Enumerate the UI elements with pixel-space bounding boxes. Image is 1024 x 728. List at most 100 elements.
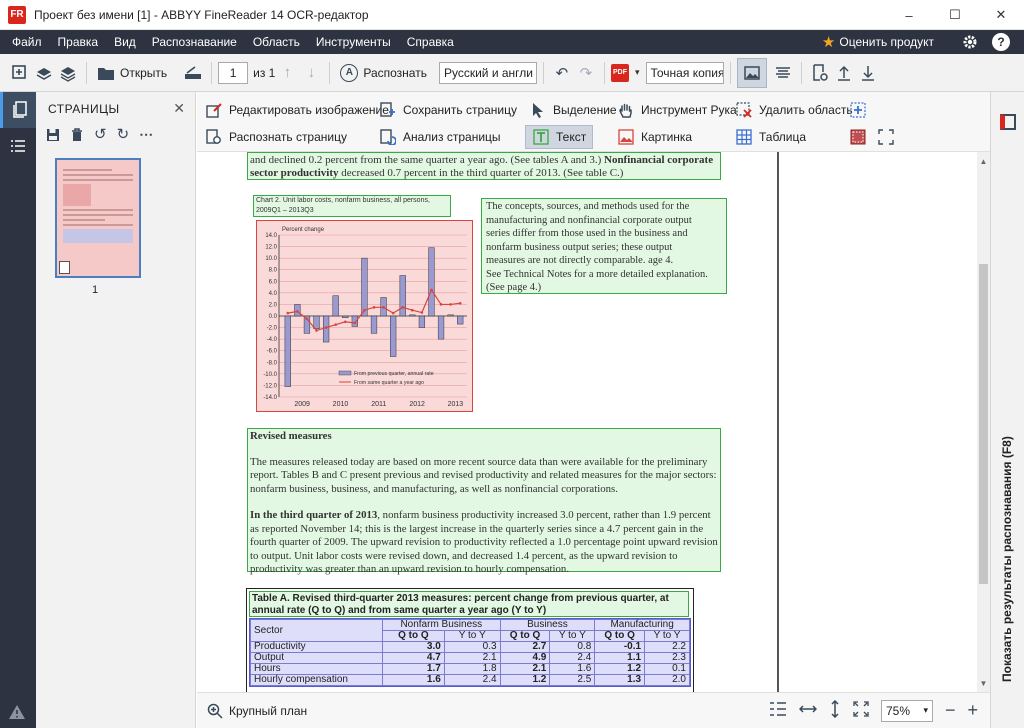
document-view[interactable]: and declined 0.2 percent from the same q… [197,152,977,692]
menu-tools[interactable]: Инструменты [308,35,399,49]
table-cell: 2.5 [549,674,596,686]
warning-icon[interactable] [8,704,28,722]
text-block-revised[interactable]: Revised measures The measures released t… [247,428,721,575]
language-value: Русский и англи [443,65,533,80]
folder-icon [98,67,114,80]
scanner-icon[interactable] [181,61,205,85]
select-area-button[interactable] [877,125,895,149]
table-row-label: Hours [250,663,383,675]
menu-file[interactable]: Файл [4,35,50,49]
table-cell: 0.8 [549,641,596,653]
analyze-page-button[interactable]: Анализ страницы [379,125,501,149]
text-block-note[interactable]: The concepts, sources, and methods used … [481,198,727,294]
output-mode-select[interactable]: Точная копия [645,61,724,84]
table-cell: 1.2 [499,674,551,686]
minimize-button[interactable]: – [886,0,932,30]
show-recognition-results-label[interactable]: Показать результаты распознавания (F8) [1000,282,1014,682]
fit-page-icon[interactable] [853,701,869,720]
verify-icon[interactable] [808,61,832,85]
chart-caption-line2: 2009Q1 – 2013Q3 [256,207,314,214]
upload-icon[interactable] [832,61,856,85]
text-area-button[interactable]: Текст [525,125,594,149]
magnifier-plus-icon [207,703,223,719]
fit-width-icon[interactable] [798,703,818,718]
rotate-right-icon[interactable]: ↻ [117,127,130,145]
recognition-results-icon[interactable] [1000,114,1016,130]
analyze-page-label: Анализ страницы [403,130,501,144]
scroll-up-arrow-icon[interactable]: ▲ [977,154,990,168]
menu-edit[interactable]: Правка [50,35,107,49]
layers-icon[interactable] [56,61,80,85]
open-button[interactable]: Открыть [93,65,171,81]
pdf-export-icon[interactable]: PDF [610,63,629,82]
text-view-icon[interactable] [771,61,795,85]
area-action-bar: Редактировать изображение Распознать стр… [197,92,990,152]
chart-bar [390,315,397,357]
chart-y-tick-label: 4.0 [269,291,278,297]
table-a-title[interactable]: Table A. Revised third-quarter 2013 meas… [249,591,689,617]
zoom-out-button[interactable]: − [945,700,956,721]
vertical-scrollbar[interactable]: ▲ ▼ [977,152,990,692]
list-view-icon[interactable] [0,128,36,164]
chart-x-tick-label: 2011 [371,401,386,408]
image-icon [743,65,760,80]
hand-tool-label: Инструмент Рука [641,103,737,117]
zoom-in-button[interactable]: + [967,700,978,721]
language-select[interactable]: Русский и англи▾ [438,61,537,84]
table-cell: 4.7 [382,652,445,664]
undo-icon[interactable]: ↶ [550,61,574,85]
chart-bar [437,315,445,340]
download-icon[interactable] [856,61,880,85]
scrollbar-thumb[interactable] [979,264,988,584]
menu-help[interactable]: Справка [399,35,462,49]
redo-icon[interactable]: ↷ [574,61,598,85]
text-block-top[interactable]: and declined 0.2 percent from the same q… [247,152,721,180]
close-window-button[interactable]: ✕ [978,0,1024,30]
recognize-button[interactable]: A Распознать [336,63,431,82]
export-dropdown-icon[interactable]: ▾ [635,67,640,78]
new-task-icon[interactable] [8,61,32,85]
table-cell: 2.1 [443,652,501,664]
save-page-icon[interactable] [46,128,60,145]
delete-area-button[interactable]: Удалить область [735,98,853,122]
image-view-toggle[interactable] [736,57,767,88]
maximize-button[interactable]: ☐ [932,0,978,30]
save-page-button[interactable]: Сохранить страницу [379,98,517,122]
table-block-a[interactable]: Sector Nonfarm Business Business Manufac… [249,618,691,687]
recognize-page-button[interactable]: Распознать страницу [205,125,347,149]
add-area-button[interactable] [849,98,867,122]
scroll-down-arrow-icon[interactable]: ▼ [977,676,990,690]
page-thumbnail[interactable] [55,158,141,278]
fit-height-icon[interactable] [829,699,841,721]
layout-toggle-icon[interactable] [769,701,787,720]
menu-recognition[interactable]: Распознавание [144,35,245,49]
right-collapsed-panel[interactable]: Показать результаты распознавания (F8) [990,92,1024,728]
trash-icon[interactable] [70,128,84,145]
table-area-button[interactable]: Таблица [735,125,806,149]
pages-panel-icon[interactable] [0,92,36,128]
page-number-input[interactable]: 1 [218,61,249,84]
table-cell: 2.3 [644,652,690,664]
selection-tool-button[interactable]: Выделение [529,98,617,122]
help-icon[interactable]: ? [992,33,1010,51]
zoom-select[interactable]: 75% ▾ [880,699,933,722]
settings-gear-icon[interactable] [960,34,980,50]
chart-caption-block[interactable]: Chart 2. Unit labor costs, nonfarm busin… [253,195,451,217]
menu-view[interactable]: Вид [106,35,144,49]
more-options-icon[interactable]: ⋯ [139,127,153,145]
edit-image-button[interactable]: Редактировать изображение [205,98,389,122]
rotate-left-icon[interactable]: ↺ [94,127,107,145]
zoom-closeup-button[interactable]: Крупный план [207,703,307,719]
picture-block-chart[interactable]: 14.0 12.0 10.0 8.0 6.0 4.0 2.0 0.0 -2.0 -4.0 -6.0 -… [256,220,473,412]
hand-tool-button[interactable]: Инструмент Рука [617,98,737,122]
add-pages-icon[interactable] [32,61,56,85]
recognize-page-icon [205,128,223,146]
close-icon[interactable]: ✕ [173,100,185,117]
next-page-arrow-icon[interactable]: ↓ [299,61,323,85]
background-picture-button[interactable] [849,125,867,149]
prev-page-arrow-icon[interactable]: ↑ [275,61,299,85]
picture-area-button[interactable]: Картинка [617,125,692,149]
save-page-action-icon [379,101,397,119]
rate-product-link[interactable]: Оценить продукт [839,35,942,49]
menu-area[interactable]: Область [245,35,308,49]
